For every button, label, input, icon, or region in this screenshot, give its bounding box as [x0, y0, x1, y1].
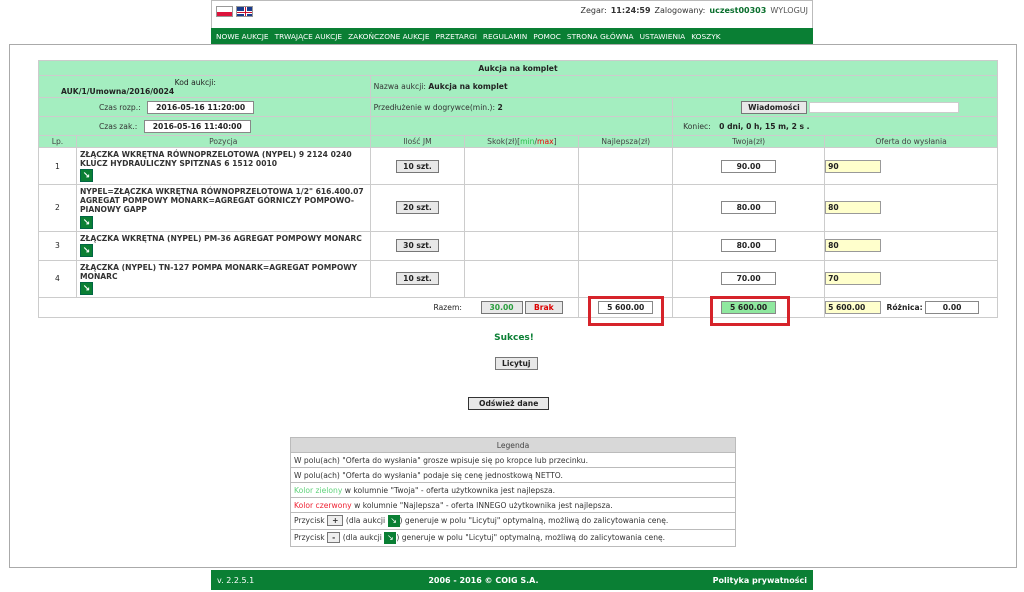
- user-bar: Zegar: 11:24:59 Zalogowany: uczest00303 …: [581, 6, 809, 15]
- legend-title: Legenda: [290, 437, 736, 453]
- legend-line: Przycisk - (dla aukcji ↘) generuje w pol…: [290, 529, 736, 547]
- col-best: Najlepsza(zł): [578, 135, 674, 148]
- yours-highlight: [710, 296, 790, 326]
- status-message: Sukces!: [494, 333, 534, 343]
- quantity-badge: 30 szt.: [396, 239, 439, 253]
- nav-tenders[interactable]: PRZETARGI: [436, 32, 477, 41]
- yours-value: 80.00: [721, 239, 777, 253]
- name-value: Aukcja na komplet: [428, 82, 508, 91]
- copyright: 2006 - 2016 © COIG S.A.: [428, 575, 539, 585]
- yours-value: 90.00: [721, 159, 777, 173]
- logged-label: Zalogowany:: [654, 6, 706, 15]
- username: uczest00303: [709, 6, 767, 15]
- refresh-button[interactable]: Odśwież dane: [468, 397, 550, 410]
- nav-rules[interactable]: REGULAMIN: [483, 32, 527, 41]
- col-quantity: Ilość JM: [369, 135, 466, 148]
- item-name: NYPEL=ZŁĄCZKA WKRĘTNA RÓWNOPRZELOTOWA 1/…: [79, 187, 364, 215]
- offer-input[interactable]: 90: [825, 159, 882, 173]
- nav-finished-auctions[interactable]: ZAKOŃCZONE AUKCJE: [348, 32, 429, 41]
- offer-input[interactable]: 70: [825, 272, 882, 286]
- arrow-go-icon[interactable]: ↘: [79, 281, 93, 295]
- nav-new-auctions[interactable]: NOWE AUKCJE: [216, 32, 269, 41]
- quantity-badge: 10 szt.: [396, 159, 439, 173]
- code-label: Kod aukcji:: [174, 77, 216, 87]
- extension-value: 2: [497, 102, 503, 112]
- end-value: 2016-05-16 11:40:00: [143, 119, 251, 133]
- quantity-badge: 10 szt.: [396, 272, 439, 286]
- arrow-go-icon[interactable]: ↘: [79, 244, 93, 258]
- clock-label: Zegar:: [580, 6, 607, 15]
- totals-label: Razem:: [37, 296, 465, 318]
- yours-value: 80.00: [721, 201, 777, 215]
- start-label: Czas rozp.:: [99, 102, 141, 112]
- col-yours: Twoja(zł): [672, 135, 826, 148]
- end-label: Czas zak.:: [99, 121, 138, 131]
- nav-help[interactable]: POMOC: [533, 32, 561, 41]
- legend-line: Kolor zielony w kolumnie "Twoja" - ofert…: [290, 482, 736, 498]
- bid-button[interactable]: Licytuj: [495, 357, 538, 370]
- col-position: Pozycja: [75, 135, 371, 148]
- legend-line: W polu(ach) "Oferta do wysłania" grosze …: [290, 452, 736, 468]
- logout-link[interactable]: WYLOGUJ: [770, 6, 808, 15]
- version: v. 2.2.5.1: [217, 575, 255, 585]
- minus-button[interactable]: -: [327, 532, 341, 543]
- english-flag-icon[interactable]: [236, 6, 253, 17]
- nav-cart[interactable]: KOSZYK: [691, 32, 720, 41]
- difference-value: 0.00: [925, 300, 980, 314]
- step-min-total: 30.00: [480, 300, 523, 314]
- arrow-go-icon[interactable]: ↘: [79, 215, 93, 229]
- name-label: Nazwa aukcji:: [373, 82, 426, 91]
- footer: v. 2.2.5.1 2006 - 2016 © COIG S.A. Polit…: [211, 570, 813, 590]
- offer-input[interactable]: 80: [825, 201, 882, 215]
- legend-line: Przycisk + (dla aukcji ↘) generuje w pol…: [290, 512, 736, 530]
- col-offer: Oferta do wysłania: [824, 135, 998, 148]
- remaining-value: 0 dni, 0 h, 15 m, 2 s .: [719, 121, 810, 131]
- table-row: 3 ZŁĄCZKA WKRĘTNA (NYPEL) PM-36 AGREGAT …: [38, 230, 998, 261]
- top-bar: Zegar: 11:24:59 Zalogowany: uczest00303 …: [211, 0, 813, 28]
- plus-button[interactable]: +: [327, 515, 344, 526]
- offer-input[interactable]: 80: [825, 239, 882, 253]
- difference-label: Różnica:: [886, 302, 923, 312]
- table-row: 1 ZŁĄCZKA WKRĘTNA RÓWNOPRZELOTOWA (NYPEL…: [38, 146, 998, 186]
- arrow-go-icon[interactable]: ↘: [79, 169, 93, 183]
- polish-flag-icon[interactable]: [216, 6, 233, 17]
- item-name: ZŁĄCZKA (NYPEL) TN-127 POMPA MONARK=AGRE…: [79, 262, 358, 281]
- legend-line: W polu(ach) "Oferta do wysłania" podaje …: [290, 467, 736, 483]
- clock-value: 11:24:59: [610, 6, 651, 15]
- messages-field[interactable]: [809, 102, 960, 113]
- start-value: 2016-05-16 11:20:00: [147, 100, 255, 114]
- code-value: AUK/1/Umowna/2016/0024: [61, 86, 175, 96]
- nav-home[interactable]: STRONA GŁÓWNA: [567, 32, 634, 41]
- remaining-label: Koniec:: [683, 121, 711, 131]
- offer-total: 5 600.00: [825, 300, 882, 314]
- yours-value: 70.00: [721, 272, 777, 286]
- arrow-go-icon: ↘: [387, 515, 400, 527]
- item-name: ZŁĄCZKA WKRĘTNA (NYPEL) PM-36 AGREGAT PO…: [79, 233, 362, 243]
- messages-button[interactable]: Wiadomości: [741, 100, 807, 114]
- legend-table: Legenda W polu(ach) "Oferta do wysłania"…: [290, 437, 736, 547]
- arrow-go-icon: ↘: [384, 532, 397, 544]
- auction-title: Aukcja na komplet: [38, 60, 998, 76]
- auction-table: Aukcja na komplet Kod aukcji: AUK/1/Umow…: [37, 60, 999, 318]
- legend-line: Kolor czerwony w kolumnie "Najlepsza" - …: [290, 497, 736, 513]
- nav-ongoing-auctions[interactable]: TRWAJĄCE AUKCJE: [275, 32, 343, 41]
- totals-row: Razem: 30.00 Brak 5 600.00 5 600.00 5 60…: [37, 296, 998, 318]
- item-name: ZŁĄCZKA WKRĘTNA RÓWNOPRZELOTOWA (NYPEL) …: [79, 150, 352, 169]
- step-max-total: Brak: [524, 300, 563, 314]
- content-panel: Aukcja na komplet Kod aukcji: AUK/1/Umow…: [9, 44, 1017, 568]
- extension-label: Przedłużenie w dogrywce(min.):: [373, 102, 496, 112]
- best-highlight: [588, 296, 664, 326]
- table-row: 2 NYPEL=ZŁĄCZKA WKRĘTNA RÓWNOPRZELOTOWA …: [38, 184, 998, 232]
- col-lp: Lp.: [38, 135, 77, 148]
- privacy-link[interactable]: Polityka prywatności: [713, 576, 807, 585]
- col-step: Skok(zł)[min/max]: [464, 135, 580, 148]
- nav-settings[interactable]: USTAWIENIA: [640, 32, 686, 41]
- main-nav: NOWE AUKCJE TRWAJĄCE AUKCJE ZAKOŃCZONE A…: [211, 28, 813, 44]
- table-row: 4 ZŁĄCZKA (NYPEL) TN-127 POMPA MONARK=AG…: [38, 259, 998, 298]
- quantity-badge: 20 szt.: [396, 201, 439, 215]
